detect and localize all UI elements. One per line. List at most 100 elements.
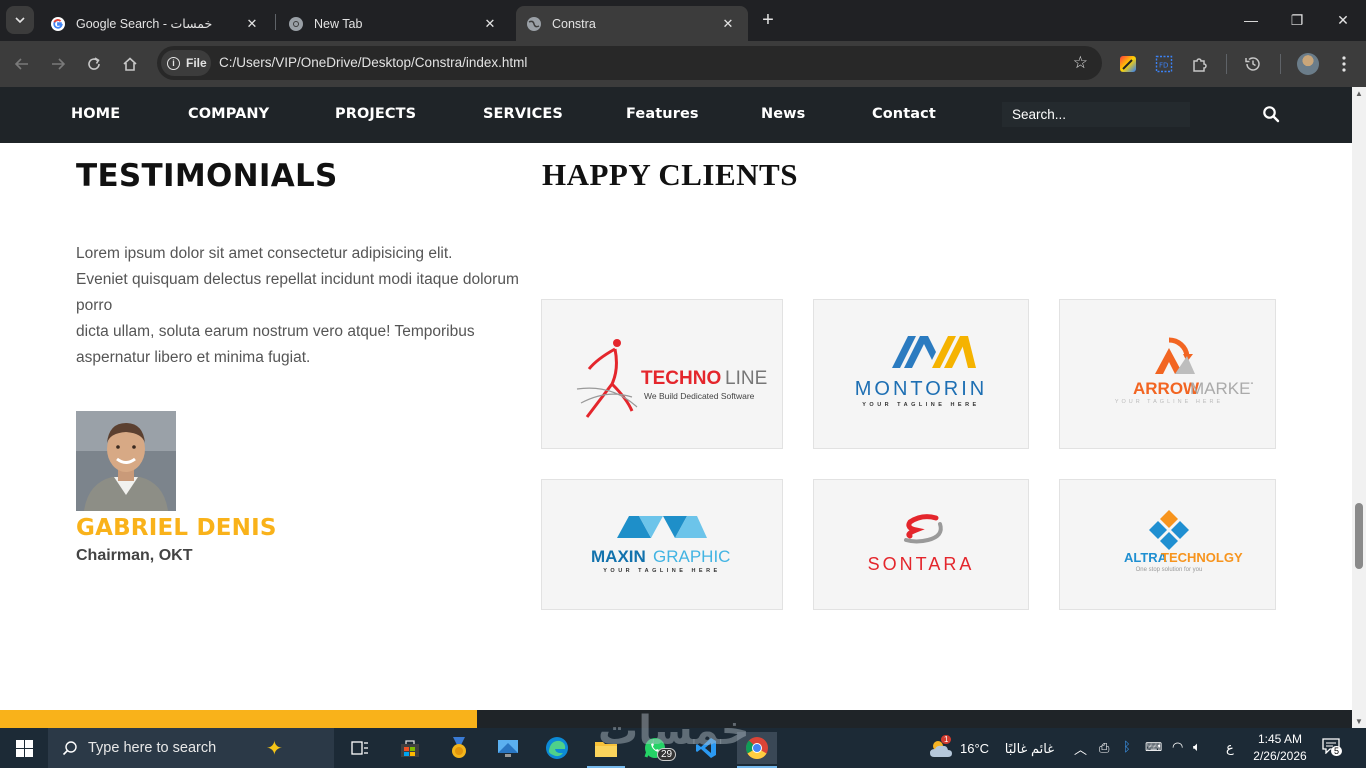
extensions-button[interactable] [1188,52,1212,76]
tab-constra[interactable]: Constra ✕ [516,6,748,41]
logo-tagline: One stop solution for you [1135,567,1202,573]
quote-line: dicta ullam, soluta earum nostrum vero a… [76,323,475,366]
clock[interactable]: 1:45 AM 2/26/2026 [1248,732,1312,763]
client-logo-techno-line[interactable]: TECHNO LINE We Build Dedicated Software [541,299,783,449]
clock-date: 2/26/2026 [1253,749,1307,763]
taskbar-rewards[interactable] [443,732,475,764]
reload-button[interactable] [82,52,106,76]
toolbar-divider [1226,54,1227,74]
browser-toolbar: i File C:/Users/VIP/OneDrive/Desktop/Con… [0,41,1366,87]
forward-button[interactable] [46,52,70,76]
chevron-down-icon [15,17,25,24]
scroll-up-icon[interactable]: ▲ [1355,89,1363,98]
watermark-text: خمسات [598,708,750,754]
browser-tab-strip: Google Search - خمسات ✕ New Tab ✕ Constr… [0,0,1366,41]
weather-desc[interactable]: غائم غالبًا [998,741,1054,757]
profile-avatar[interactable] [1297,53,1319,75]
weather-temp[interactable]: 16°C [960,741,989,756]
search-icon [62,741,77,756]
history-button[interactable] [1241,52,1265,76]
keyboard-icon[interactable]: ⌨ [1145,740,1162,754]
bluetooth-icon[interactable]: ᛒ [1123,739,1131,754]
notification-center[interactable]: 5 [1322,738,1344,758]
logo-tagline: YOUR TAGLINE HERE [1114,399,1222,405]
site-info-label: File [186,56,207,70]
windows-logo-icon [15,739,33,757]
task-view-icon [351,741,368,755]
toolbar-divider [1280,54,1281,74]
site-info-chip[interactable]: i File [161,50,211,76]
person-photo-image [76,411,176,511]
scroll-down-icon[interactable]: ▼ [1355,717,1363,726]
camera-icon[interactable]: ⎙ [1099,740,1109,756]
edge-icon [546,737,568,759]
nav-news[interactable]: News [761,106,805,122]
weather-widget[interactable]: 1 [925,732,957,764]
close-window-button[interactable]: ✕ [1320,0,1366,40]
quote-line: Eveniet quisquam delectus repellat incid… [76,271,519,314]
client-logo-altra-technology[interactable]: ALTRA TECHNOLGY One stop solution for yo… [1059,479,1276,610]
url-text[interactable]: C:/Users/VIP/OneDrive/Desktop/Constra/in… [219,55,527,70]
start-button[interactable] [0,728,48,768]
new-tab-button[interactable]: + [756,9,780,33]
globe-icon [527,16,541,31]
taskbar-store[interactable] [394,732,426,764]
client-logo-sontara[interactable]: SONTARA [813,479,1029,610]
minimize-button[interactable]: — [1228,0,1274,40]
chrome-icon [289,16,303,31]
restore-button[interactable]: ❐ [1274,0,1320,40]
arrow-market-logo: ARROW MARKET YOUR TAGLINE HERE [1114,337,1253,405]
nav-company[interactable]: COMPANY [188,106,269,122]
task-view-button[interactable] [344,732,376,764]
history-icon [1245,57,1260,71]
search-icon[interactable] [1262,105,1280,123]
logo-tagline: We Build Dedicated Software [644,391,755,401]
taskbar-edge[interactable] [541,732,573,764]
logo-text: TECHNO [641,368,721,389]
input-language[interactable]: ع [1226,740,1234,756]
testimonial-quote: Lorem ipsum dolor sit amet consectetur a… [76,241,538,371]
client-logo-arrow-market[interactable]: ARROW MARKET YOUR TAGLINE HERE [1059,299,1276,449]
logo-text: SONTARA [868,554,975,574]
close-tab-icon[interactable]: ✕ [480,16,500,32]
page-scrollbar[interactable]: ▲ ▼ [1352,87,1366,728]
extension-fd[interactable]: FD [1152,52,1176,76]
footer-accent-bar [0,710,477,728]
clients-heading: HAPPY CLIENTS [542,157,798,192]
tab-search-button[interactable] [6,6,34,34]
notification-badge: 5 [1331,746,1343,756]
close-tab-icon[interactable]: ✕ [242,16,262,32]
puzzle-icon [1193,58,1207,72]
testimonial-name: GABRIEL DENIS [76,515,277,541]
taskbar-search-box[interactable]: Type here to search ✦ [48,728,334,768]
chevron-up-icon[interactable]: ︿ [1074,739,1087,758]
nav-projects[interactable]: PROJECTS [335,106,416,122]
client-logo-montorin[interactable]: MONTORIN YOUR TAGLINE HERE [813,299,1029,449]
close-tab-icon[interactable]: ✕ [718,16,738,32]
address-bar[interactable]: i File C:/Users/VIP/OneDrive/Desktop/Con… [157,46,1102,80]
tab-new-tab[interactable]: New Tab ✕ [278,6,510,41]
extension-colorzilla[interactable] [1116,52,1140,76]
logo-text: MAXIN [591,547,646,566]
nav-features[interactable]: Features [626,106,699,122]
nav-home[interactable]: HOME [71,106,120,122]
back-button[interactable] [10,52,34,76]
testimonial-avatar [76,411,176,511]
site-search-input[interactable] [1002,102,1190,127]
color-picker-icon [1120,56,1136,72]
bookmark-star-icon[interactable]: ☆ [1073,53,1088,73]
scrollbar-thumb[interactable] [1355,503,1363,569]
volume-icon[interactable]: 🔈︎ [1193,739,1201,755]
medal-icon [452,737,466,758]
tab-google-search[interactable]: Google Search - خمسات ✕ [40,6,272,41]
nav-contact[interactable]: Contact [872,106,936,122]
menu-button[interactable] [1332,52,1356,76]
logo-text: GRAPHIC [653,547,730,566]
taskbar-remote-desktop[interactable] [492,732,524,764]
client-logo-maxin-graphic[interactable]: MAXIN GRAPHIC YOUR TAGLINE HERE [541,479,783,610]
altra-logo: ALTRA TECHNOLGY One stop solution for yo… [1124,509,1242,573]
nav-services[interactable]: SERVICES [483,106,563,122]
home-icon [123,57,137,71]
wifi-icon[interactable]: ◠ [1172,739,1183,755]
home-button[interactable] [118,52,142,76]
